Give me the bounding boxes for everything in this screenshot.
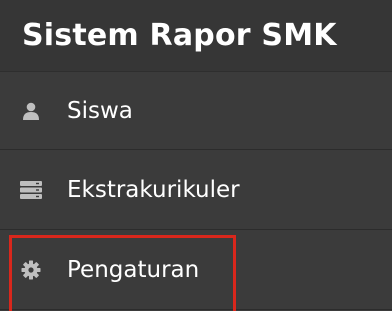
sidebar: Sistem Rapor SMK Siswa Ekstrakurikuler P… (0, 0, 392, 311)
sidebar-item-siswa[interactable]: Siswa (0, 72, 392, 150)
sidebar-header: Sistem Rapor SMK (0, 0, 392, 71)
user-icon (20, 100, 42, 122)
app-title: Sistem Rapor SMK (22, 18, 337, 53)
sidebar-nav: Siswa Ekstrakurikuler Pengaturan (0, 71, 392, 310)
sidebar-item-label: Siswa (67, 97, 133, 124)
sidebar-item-ekstrakurikuler[interactable]: Ekstrakurikuler (0, 150, 392, 230)
sidebar-item-label: Pengaturan (67, 256, 200, 283)
sidebar-item-pengaturan[interactable]: Pengaturan (0, 230, 392, 310)
sidebar-item-label: Ekstrakurikuler (67, 176, 240, 203)
gear-icon (20, 259, 42, 281)
server-icon (20, 179, 42, 201)
